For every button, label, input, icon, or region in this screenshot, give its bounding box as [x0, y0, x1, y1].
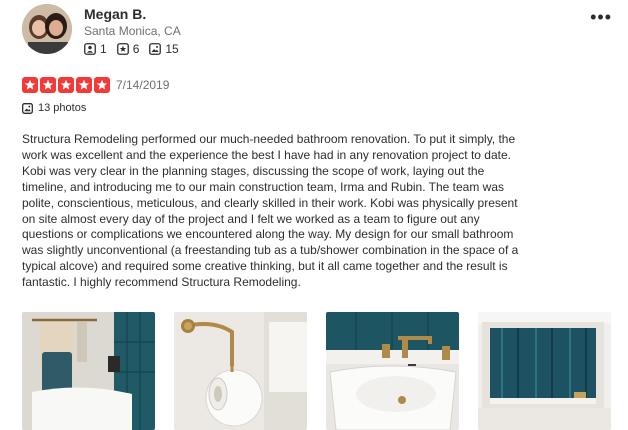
star-icon [40, 77, 56, 93]
photos-count: 15 [165, 42, 179, 56]
star-icon [22, 77, 38, 93]
more-options-icon[interactable]: ••• [590, 8, 612, 26]
review-photo-thumbnail[interactable] [326, 312, 459, 430]
avatar[interactable] [22, 4, 72, 54]
user-stats: 1 6 15 [84, 42, 189, 56]
photo-icon [22, 102, 33, 114]
star-rating [22, 77, 112, 93]
photos-stat: 15 [149, 42, 179, 56]
review-date: 7/14/2019 [116, 78, 170, 92]
photo-icon [149, 43, 162, 55]
review-photo-thumbnail[interactable] [478, 312, 611, 430]
review-text: Structura Remodeling performed our much-… [22, 132, 519, 290]
friends-stat: 1 [84, 42, 107, 56]
user-name[interactable]: Megan B. [84, 6, 146, 22]
photos-link[interactable]: 13 photos [22, 102, 86, 114]
review-photo-thumbnail[interactable] [22, 312, 155, 430]
user-location: Santa Monica, CA [84, 24, 181, 38]
friends-count: 1 [100, 42, 107, 56]
reviews-count: 6 [132, 42, 140, 56]
photos-link-label[interactable]: 13 photos [38, 102, 86, 114]
reviews-icon [116, 43, 129, 55]
star-icon [76, 77, 92, 93]
star-icon [58, 77, 74, 93]
reviews-stat: 6 [116, 42, 140, 56]
star-icon [94, 77, 110, 93]
review-photo-thumbnail[interactable] [174, 312, 307, 430]
friends-icon [84, 43, 96, 55]
